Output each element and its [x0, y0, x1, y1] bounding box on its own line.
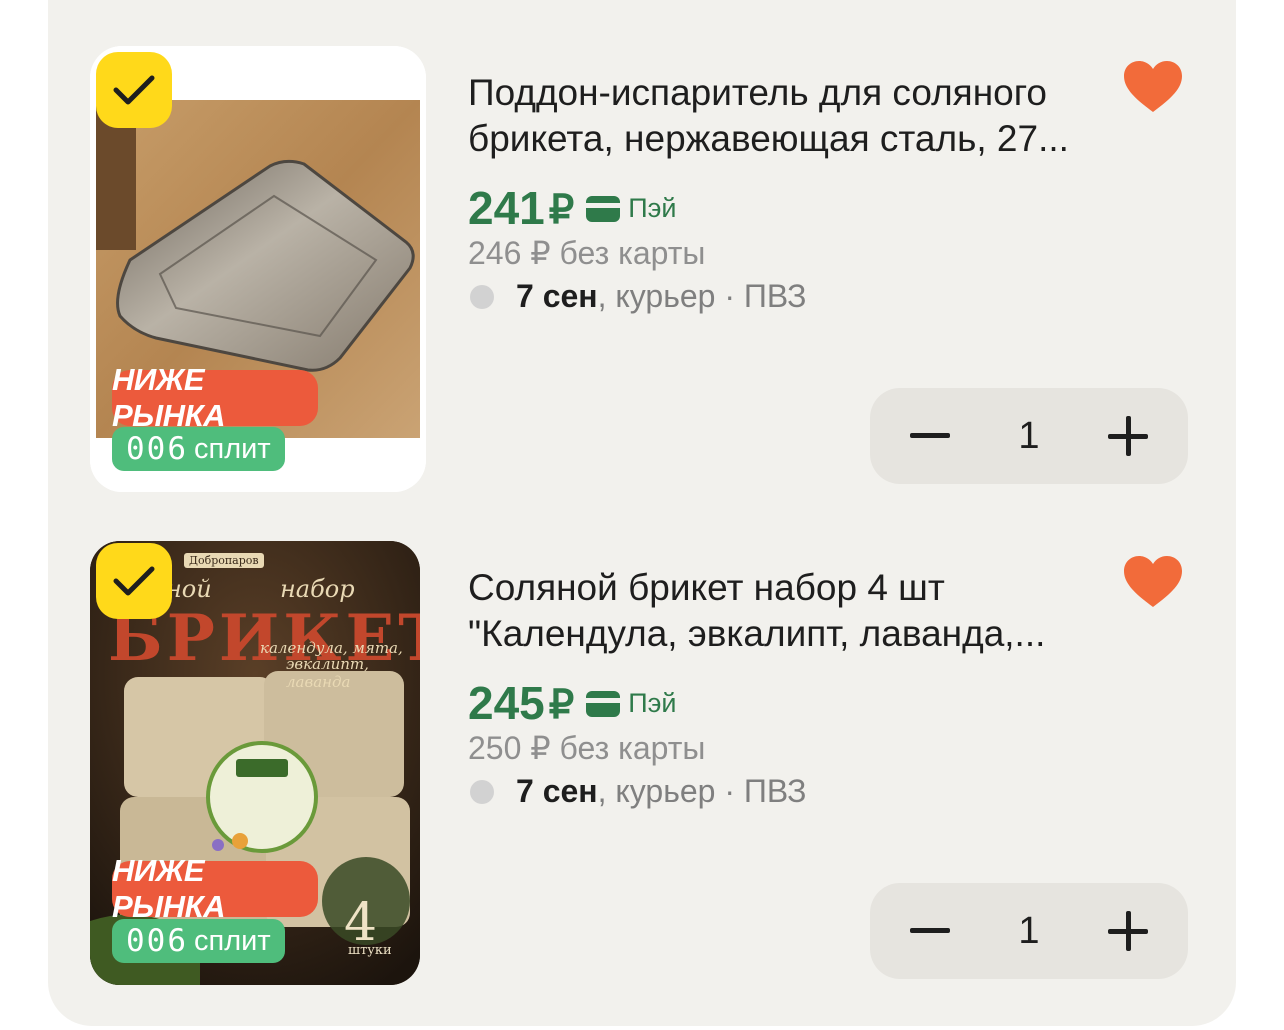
check-icon — [113, 75, 155, 105]
delivery-info: 7 сен , курьер · ПВЗ — [470, 278, 807, 315]
split-label: сплит — [194, 432, 271, 465]
image-brand-text: Добропаров — [184, 553, 264, 568]
split-number: 006 — [126, 923, 188, 959]
below-market-badge: НИЖЕ РЫНКА — [112, 853, 318, 924]
delivery-options: , курьер · ПВЗ — [597, 773, 807, 809]
price-row: 241 ₽ Пэй — [468, 178, 676, 234]
heart-icon[interactable] — [1122, 555, 1184, 609]
quantity-value: 1 — [1018, 414, 1040, 457]
decrease-button[interactable] — [882, 388, 978, 484]
select-checkbox[interactable] — [96, 543, 172, 619]
quantity-stepper: 1 — [870, 883, 1188, 979]
product-title[interactable]: Поддон-испаритель для соляного брикета, … — [468, 70, 1108, 162]
price: 245 — [468, 677, 545, 729]
split-badge: 006 сплит — [112, 919, 285, 963]
below-market-badge: НИЖЕ РЫНКА — [112, 362, 318, 433]
plus-icon — [1108, 911, 1148, 951]
price-without-card: 246 ₽ без карты — [468, 235, 706, 271]
image-count-unit: штуки — [348, 943, 392, 958]
delivery-date: 7 сен — [516, 278, 598, 314]
heart-icon[interactable] — [1122, 60, 1184, 114]
image-herbs-line2: эвкалипт, лаванда — [286, 655, 369, 691]
select-checkbox[interactable] — [96, 52, 172, 128]
delivery-options: , курьер · ПВЗ — [597, 278, 807, 314]
cart-item: Добропаров ной набор БРИКЕТ календула, м… — [48, 541, 1236, 1001]
delivery-dot-icon — [470, 779, 494, 804]
currency: ₽ — [548, 683, 575, 727]
quantity-value: 1 — [1018, 909, 1040, 952]
price: 241 — [468, 182, 545, 234]
minus-icon — [910, 928, 950, 933]
plus-icon — [1108, 416, 1148, 456]
increase-button[interactable] — [1080, 388, 1176, 484]
card-icon — [586, 691, 621, 717]
delivery-date: 7 сен — [516, 773, 598, 809]
minus-icon — [910, 433, 950, 438]
price-without-card: 250 ₽ без карты — [468, 730, 706, 766]
pay-label: Пэй — [628, 688, 677, 718]
check-icon — [113, 566, 155, 596]
image-word-left: ной — [166, 575, 212, 603]
increase-button[interactable] — [1080, 883, 1176, 979]
split-badge: 006 сплит — [112, 427, 285, 471]
split-number: 006 — [126, 431, 188, 467]
cart-items-panel: НИЖЕ РЫНКА 006 сплит Поддон-испаритель д… — [48, 0, 1236, 1026]
price-row: 245 ₽ Пэй — [468, 673, 676, 729]
delivery-dot-icon — [470, 284, 494, 309]
decrease-button[interactable] — [882, 883, 978, 979]
split-label: сплит — [194, 924, 271, 957]
pay-label: Пэй — [628, 193, 677, 223]
quantity-stepper: 1 — [870, 388, 1188, 484]
cart-item: НИЖЕ РЫНКА 006 сплит Поддон-испаритель д… — [48, 46, 1236, 506]
image-word-right: набор — [280, 575, 355, 603]
delivery-info: 7 сен , курьер · ПВЗ — [470, 773, 807, 810]
currency: ₽ — [548, 188, 575, 232]
card-icon — [586, 196, 621, 222]
product-title[interactable]: Соляной брикет набор 4 шт "Календула, эв… — [468, 565, 1108, 657]
